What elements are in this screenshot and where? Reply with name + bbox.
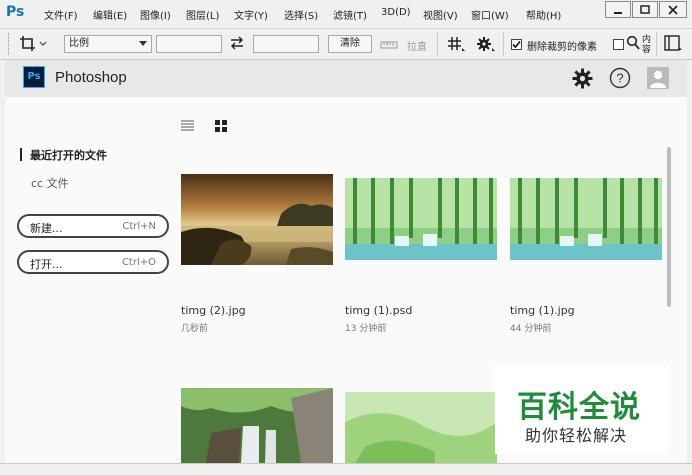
content-aware-label-2: 容 xyxy=(642,45,652,55)
swap-icon xyxy=(231,36,243,50)
file-thumbnail[interactable] xyxy=(510,178,662,260)
ratio-select[interactable]: 比例 xyxy=(64,35,152,53)
file-thumbnail[interactable] xyxy=(181,174,333,265)
minimize-button[interactable] xyxy=(605,1,631,18)
recent-files-link[interactable]: 最近打开的文件 xyxy=(30,147,107,163)
swap-dimensions-button[interactable] xyxy=(230,36,244,53)
content-aware-label: 内 容 xyxy=(642,35,651,55)
watermark-subtitle: 助你轻松解决 xyxy=(525,426,628,445)
new-file-shortcut: Ctrl+N xyxy=(122,221,156,232)
workspace-icon xyxy=(664,35,682,51)
file-thumbnail[interactable] xyxy=(345,178,497,260)
close-icon xyxy=(668,4,678,15)
crop-height-input[interactable] xyxy=(253,35,319,53)
waterfall-image xyxy=(181,388,333,463)
close-button[interactable] xyxy=(659,1,687,18)
photoshop-logo: Ps xyxy=(23,66,45,88)
delete-cropped-checkbox[interactable] xyxy=(511,39,522,50)
search-button[interactable] xyxy=(626,35,640,54)
maximize-icon xyxy=(640,4,650,14)
preferences-button[interactable] xyxy=(572,68,593,92)
minimize-icon xyxy=(614,11,622,14)
search-icon xyxy=(626,35,640,50)
grid-view-button[interactable] xyxy=(215,120,227,135)
app-title: Photoshop xyxy=(55,69,127,86)
menu-bar: Ps 文件(F) 编辑(E) 图像(I) 图层(L) 文字(Y) 选择(S) 滤… xyxy=(0,0,692,28)
straighten-icon[interactable] xyxy=(380,37,398,54)
watermark: 百科全说 助你轻松解决 xyxy=(495,366,669,454)
menu-help[interactable]: 帮助(H) xyxy=(526,7,561,22)
menu-image[interactable]: 图像(I) xyxy=(140,7,171,22)
green-image xyxy=(345,392,497,463)
check-icon xyxy=(512,40,521,49)
delete-cropped-label: 删除裁剪的像素 xyxy=(527,42,597,53)
file-time: 几秒前 xyxy=(181,324,209,334)
open-file-shortcut: Ctrl+O xyxy=(121,257,156,268)
help-button[interactable]: ? xyxy=(609,67,631,92)
list-view-icon xyxy=(181,120,194,131)
overlay-options-button[interactable] xyxy=(447,36,467,55)
menu-type[interactable]: 文字(Y) xyxy=(234,7,268,22)
new-file-button[interactable]: 新建... Ctrl+N xyxy=(17,214,169,238)
content-aware-checkbox[interactable] xyxy=(613,39,624,50)
crop-tool-button[interactable] xyxy=(18,35,50,53)
toolbar-grip[interactable] xyxy=(8,33,11,55)
menu-3d[interactable]: 3D(D) xyxy=(381,7,411,18)
options-bar: 比例 清除 拉直 删除裁剪的像素 内 容 xyxy=(0,28,692,60)
gear-icon xyxy=(477,37,495,51)
list-view-button[interactable] xyxy=(181,120,194,134)
cc-files-link[interactable]: cc 文件 xyxy=(31,175,69,191)
bamboo-image xyxy=(345,178,497,260)
landscape-image xyxy=(181,174,333,265)
menu-select[interactable]: 选择(S) xyxy=(284,7,318,22)
file-thumbnail[interactable] xyxy=(181,388,333,463)
bamboo-image xyxy=(510,178,662,260)
menu-file[interactable]: 文件(F) xyxy=(44,7,78,22)
menu-edit[interactable]: 编辑(E) xyxy=(93,7,127,22)
gear-icon xyxy=(572,68,593,89)
ratio-select-value: 比例 xyxy=(69,38,89,49)
active-marker xyxy=(20,148,22,161)
menu-filter[interactable]: 滤镜(T) xyxy=(333,7,367,22)
clear-button[interactable]: 清除 xyxy=(328,35,372,53)
content-aware-label-1: 内 xyxy=(642,35,652,45)
file-time: 44 分钟前 xyxy=(510,324,552,334)
grid-icon xyxy=(448,37,465,51)
svg-text:?: ? xyxy=(616,71,623,86)
straighten-label: 拉直 xyxy=(407,42,427,53)
file-time: 13 分钟前 xyxy=(345,324,387,334)
file-name: timg (1).psd xyxy=(345,304,413,317)
open-file-label: 打开... xyxy=(30,258,63,271)
scrollbar-thumb[interactable] xyxy=(667,147,671,307)
menu-window[interactable]: 窗口(W) xyxy=(471,7,509,22)
file-name: timg (2).jpg xyxy=(181,304,246,317)
home-header: Ps Photoshop ? xyxy=(5,60,687,97)
menu-layer[interactable]: 图层(L) xyxy=(186,7,219,22)
crop-width-input[interactable] xyxy=(156,35,222,53)
crop-icon xyxy=(20,36,47,51)
user-avatar[interactable] xyxy=(647,67,669,89)
crop-settings-button[interactable] xyxy=(477,36,497,55)
file-name: timg (1).jpg xyxy=(510,304,575,317)
menu-view[interactable]: 视图(V) xyxy=(423,7,458,22)
chevron-down-icon xyxy=(139,41,147,46)
file-thumbnail[interactable] xyxy=(345,392,497,463)
app-logo: Ps xyxy=(6,4,25,20)
open-file-button[interactable]: 打开... Ctrl+O xyxy=(17,250,169,274)
divider xyxy=(656,32,657,56)
user-icon xyxy=(650,70,666,88)
workspace-button[interactable] xyxy=(664,35,684,56)
new-file-label: 新建... xyxy=(30,222,63,235)
watermark-title: 百科全说 xyxy=(517,390,641,425)
status-bar xyxy=(0,463,692,475)
help-icon: ? xyxy=(609,67,631,89)
maximize-button[interactable] xyxy=(632,1,658,18)
grid-view-icon xyxy=(215,120,227,132)
divider xyxy=(503,32,504,56)
divider xyxy=(437,32,438,56)
